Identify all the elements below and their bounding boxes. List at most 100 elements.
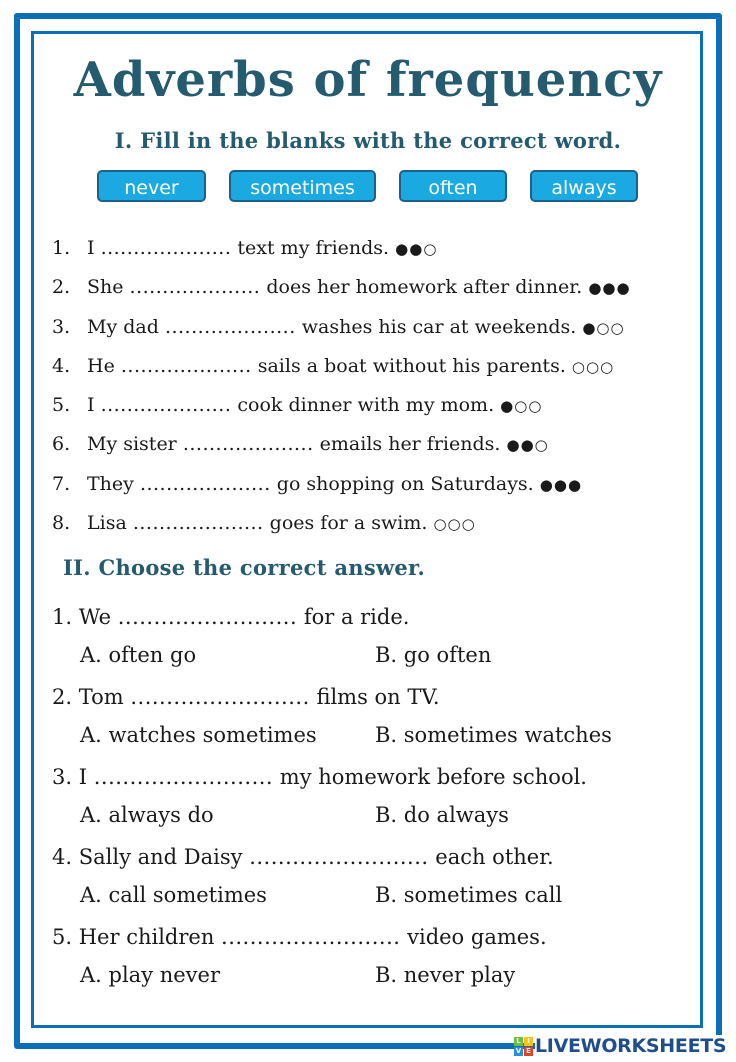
frequency-dots-icon: ●●● [588,279,631,298]
blank-field[interactable]: .................... [165,311,296,343]
blank-field[interactable]: .................... [101,232,232,264]
item-text-after: goes for a swim. [269,512,428,535]
question-number: 4. [52,845,73,869]
question-text-after: for a ride. [303,605,410,629]
word-chip-often[interactable]: often [399,170,507,202]
options-row: A. play never B. never play [52,956,692,998]
question-text-before: We [78,605,112,629]
fill-item: 8. Lisa .................... goes for a s… [52,507,631,546]
frequency-dots-icon: ●●○ [395,240,438,258]
item-number: 3. [52,315,71,338]
question-text-after: video games. [407,925,547,949]
blank-field[interactable]: .................... [133,507,264,539]
fill-item: 3. My dad .................... washes his… [52,311,631,350]
logo-tile-e: E [524,1046,533,1056]
item-text-after: text my friends. [237,237,390,259]
option-b[interactable]: B. sometimes call [375,876,562,914]
item-text-before: They [87,472,134,495]
answer-blank[interactable]: ......................... [94,758,273,796]
question-number: 5. [52,925,73,949]
question-text-before: Her children [78,925,215,949]
item-text-after: does her homework after dinner. [266,276,583,299]
option-a[interactable]: A. play never [80,956,220,994]
logo-tile-v: V [514,1046,523,1056]
answer-blank[interactable]: ......................... [221,918,400,956]
item-text-before: She [87,276,124,299]
question-text-after: my homework before school. [279,765,587,789]
fill-item: 7. They .................... go shopping … [52,468,631,507]
answer-blank[interactable]: ......................... [130,678,309,716]
option-b[interactable]: B. never play [375,956,515,994]
question-text-after: each other. [435,845,554,869]
section-1-heading: I. Fill in the blanks with the correct w… [114,128,622,153]
question-number: 1. [52,605,73,629]
item-text-after: sails a boat without his parents. [257,354,566,377]
question-number: 3. [52,765,73,789]
word-chip-sometimes[interactable]: sometimes [229,170,376,202]
item-text-before: My sister [87,433,177,456]
frequency-dots-icon: ○○○ [571,357,615,376]
item-number: 6. [52,433,71,456]
blank-field[interactable]: .................... [121,350,252,382]
item-number: 5. [52,394,71,417]
mc-question: 5. Her children ........................… [52,918,692,998]
answer-blank[interactable]: ......................... [249,838,428,876]
item-text-after: emails her friends. [319,433,501,456]
word-chip-never[interactable]: never [97,170,206,202]
frequency-dots-icon: ○○○ [433,515,476,534]
item-number: 1. [52,237,71,259]
item-text-after: washes his car at weekends. [301,315,577,338]
question-text-before: Sally and Daisy [78,845,243,869]
fill-item: 5. I .................... cook dinner wit… [52,389,631,428]
item-number: 2. [52,276,71,299]
mc-question: 4. Sally and Daisy .....................… [52,838,692,918]
item-text-after: go shopping on Saturdays. [276,472,534,495]
blank-field[interactable]: .................... [101,389,232,421]
answer-blank[interactable]: ......................... [118,598,297,636]
question-line: 3. I ......................... my homewo… [52,758,692,796]
question-line: 4. Sally and Daisy .....................… [52,838,692,876]
frequency-dots-icon: ●○○ [582,318,625,337]
fill-item: 6. My sister .................... emails … [52,428,631,467]
logo-tile-i: I [524,1036,533,1046]
option-a[interactable]: A. often go [80,636,196,674]
frequency-dots-icon: ●○○ [500,397,543,416]
blank-field[interactable]: .................... [130,271,261,303]
worksheet-title: Adverbs of frequency [73,52,663,108]
item-text-before: I [87,394,95,417]
word-chip-always[interactable]: always [530,170,638,202]
section-2-heading: II. Choose the correct answer. [63,555,426,580]
mc-question: 1. We ......................... for a ri… [52,598,692,678]
option-b[interactable]: B. sometimes watches [375,716,612,754]
question-line: 1. We ......................... for a ri… [52,598,692,636]
item-text-before: I [87,237,95,259]
blank-field[interactable]: .................... [140,468,271,500]
mc-question: 3. I ......................... my homewo… [52,758,692,838]
question-text-before: I [78,765,88,789]
question-number: 2. [52,685,73,709]
option-a[interactable]: A. watches sometimes [80,716,317,754]
frequency-dots-icon: ●●○ [506,436,549,455]
mc-question: 2. Tom ......................... films o… [52,678,692,758]
item-text-before: My dad [87,315,159,338]
fill-item: 4. He .................... sails a boat w… [52,350,631,389]
option-b[interactable]: B. do always [375,796,509,834]
logo-tiles-icon: L I V E [514,1036,533,1056]
question-text-after: films on TV. [316,685,440,709]
options-row: A. call sometimes B. sometimes call [52,876,692,918]
option-b[interactable]: B. go often [375,636,491,674]
liveworksheets-logo: L I V E LIVEWORKSHEETS [514,1035,729,1057]
item-text-after: cook dinner with my mom. [237,394,495,417]
option-a[interactable]: A. call sometimes [80,876,267,914]
fill-item: 1. I .................... text my friends… [52,232,631,271]
item-text-before: He [87,354,115,377]
options-row: A. often go B. go often [52,636,692,678]
multiple-choice-list: 1. We ......................... for a ri… [52,598,692,998]
blank-field[interactable]: .................... [183,428,314,460]
option-a[interactable]: A. always do [80,796,214,834]
options-row: A. watches sometimes B. sometimes watches [52,716,692,758]
word-bank: never sometimes often always [0,170,736,206]
logo-tile-l: L [514,1036,523,1046]
logo-text: LIVEWORKSHEETS [535,1035,729,1057]
question-text-before: Tom [78,685,124,709]
